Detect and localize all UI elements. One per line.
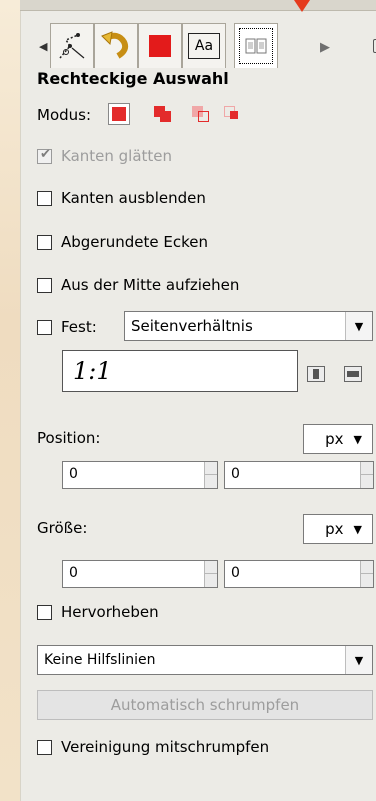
shrink-merged-row[interactable]: Vereinigung mitschrumpfen <box>37 738 269 756</box>
feather-checkbox[interactable] <box>37 190 52 206</box>
mode-label: Modus: <box>37 106 92 124</box>
chevron-down-icon: ▼ <box>345 646 372 674</box>
fixed-label: Fest: <box>61 318 97 336</box>
position-unit-value: px <box>325 430 344 448</box>
shrink-merged-label: Vereinigung mitschrumpfen <box>61 738 270 756</box>
antialias-checkbox[interactable]: ✔ <box>37 146 52 164</box>
background-left <box>0 0 20 801</box>
rounded-row[interactable]: Abgerundete Ecken <box>37 233 208 251</box>
landscape-icon[interactable] <box>344 366 362 382</box>
guides-dropdown-value: Keine Hilfslinien <box>44 652 156 668</box>
size-unit-value: px <box>325 520 344 538</box>
mode-subtract-button[interactable] <box>192 105 210 123</box>
tab-fonts[interactable]: Aa <box>182 23 226 68</box>
portrait-icon[interactable] <box>307 366 325 382</box>
position-unit-dropdown[interactable]: px ▼ <box>303 424 373 454</box>
position-x-stepper[interactable] <box>204 462 217 488</box>
feather-label: Kanten ausblenden <box>61 189 206 207</box>
fixed-dropdown[interactable]: Seitenverhältnis ▼ <box>124 311 373 341</box>
size-unit-dropdown[interactable]: px ▼ <box>303 514 373 544</box>
mode-add-button[interactable] <box>154 105 172 123</box>
size-width-stepper[interactable] <box>204 561 217 587</box>
size-height-input[interactable]: 0 <box>224 560 374 588</box>
antialias-label: Kanten glätten <box>61 147 173 165</box>
fixed-dropdown-value: Seitenverhältnis <box>131 317 253 335</box>
auto-shrink-button[interactable]: Automatisch schrumpfen <box>37 690 373 720</box>
tab-channels[interactable] <box>234 23 278 68</box>
tool-options-icon <box>59 33 85 59</box>
position-x-value: 0 <box>69 466 78 482</box>
fixed-row[interactable]: Fest: <box>37 318 97 336</box>
from-center-label: Aus der Mitte aufziehen <box>61 276 240 294</box>
font-icon: Aa <box>188 33 220 59</box>
highlight-row[interactable]: Hervorheben <box>37 603 159 621</box>
chevron-down-icon: ▼ <box>345 312 372 340</box>
position-y-stepper[interactable] <box>360 462 373 488</box>
dock-tab-bar: ◀ Aa ▶ ◂ <box>20 10 376 68</box>
shrink-merged-checkbox[interactable] <box>37 739 52 755</box>
highlight-label: Hervorheben <box>61 603 159 621</box>
antialias-row[interactable]: ✔ Kanten glätten <box>37 147 172 165</box>
from-center-row[interactable]: Aus der Mitte aufziehen <box>37 276 239 294</box>
position-y-value: 0 <box>231 466 240 482</box>
tool-title: Rechteckige Auswahl <box>37 69 229 88</box>
scroll-right-icon[interactable]: ▶ <box>320 40 330 55</box>
position-x-input[interactable]: 0 <box>62 461 218 489</box>
scroll-left-icon[interactable]: ◀ <box>39 40 47 53</box>
rounded-checkbox[interactable] <box>37 234 52 250</box>
position-label: Position: <box>37 429 101 447</box>
position-y-input[interactable]: 0 <box>224 461 374 489</box>
chevron-down-icon: ▼ <box>353 522 362 536</box>
highlight-checkbox[interactable] <box>37 604 52 620</box>
mode-intersect-button[interactable] <box>224 105 242 123</box>
chevron-down-icon: ▼ <box>353 432 362 446</box>
from-center-checkbox[interactable] <box>37 277 52 293</box>
fixed-checkbox[interactable] <box>37 319 52 335</box>
tab-tool-options[interactable] <box>50 23 94 68</box>
tab-colors[interactable] <box>138 23 182 68</box>
aspect-ratio-input[interactable]: 1:1 <box>62 350 298 392</box>
rounded-label: Abgerundete Ecken <box>61 233 208 251</box>
check-icon: ✔ <box>40 146 51 162</box>
size-height-value: 0 <box>231 565 240 581</box>
guides-dropdown[interactable]: Keine Hilfslinien ▼ <box>37 645 373 675</box>
feather-row[interactable]: Kanten ausblenden <box>37 189 206 207</box>
size-height-stepper[interactable] <box>360 561 373 587</box>
tab-undo-history[interactable] <box>94 23 138 68</box>
colors-icon <box>149 35 171 57</box>
undo-history-icon <box>101 31 129 59</box>
size-width-input[interactable]: 0 <box>62 560 218 588</box>
mode-replace-button[interactable] <box>108 103 130 125</box>
size-width-value: 0 <box>69 565 78 581</box>
size-label: Größe: <box>37 519 88 537</box>
